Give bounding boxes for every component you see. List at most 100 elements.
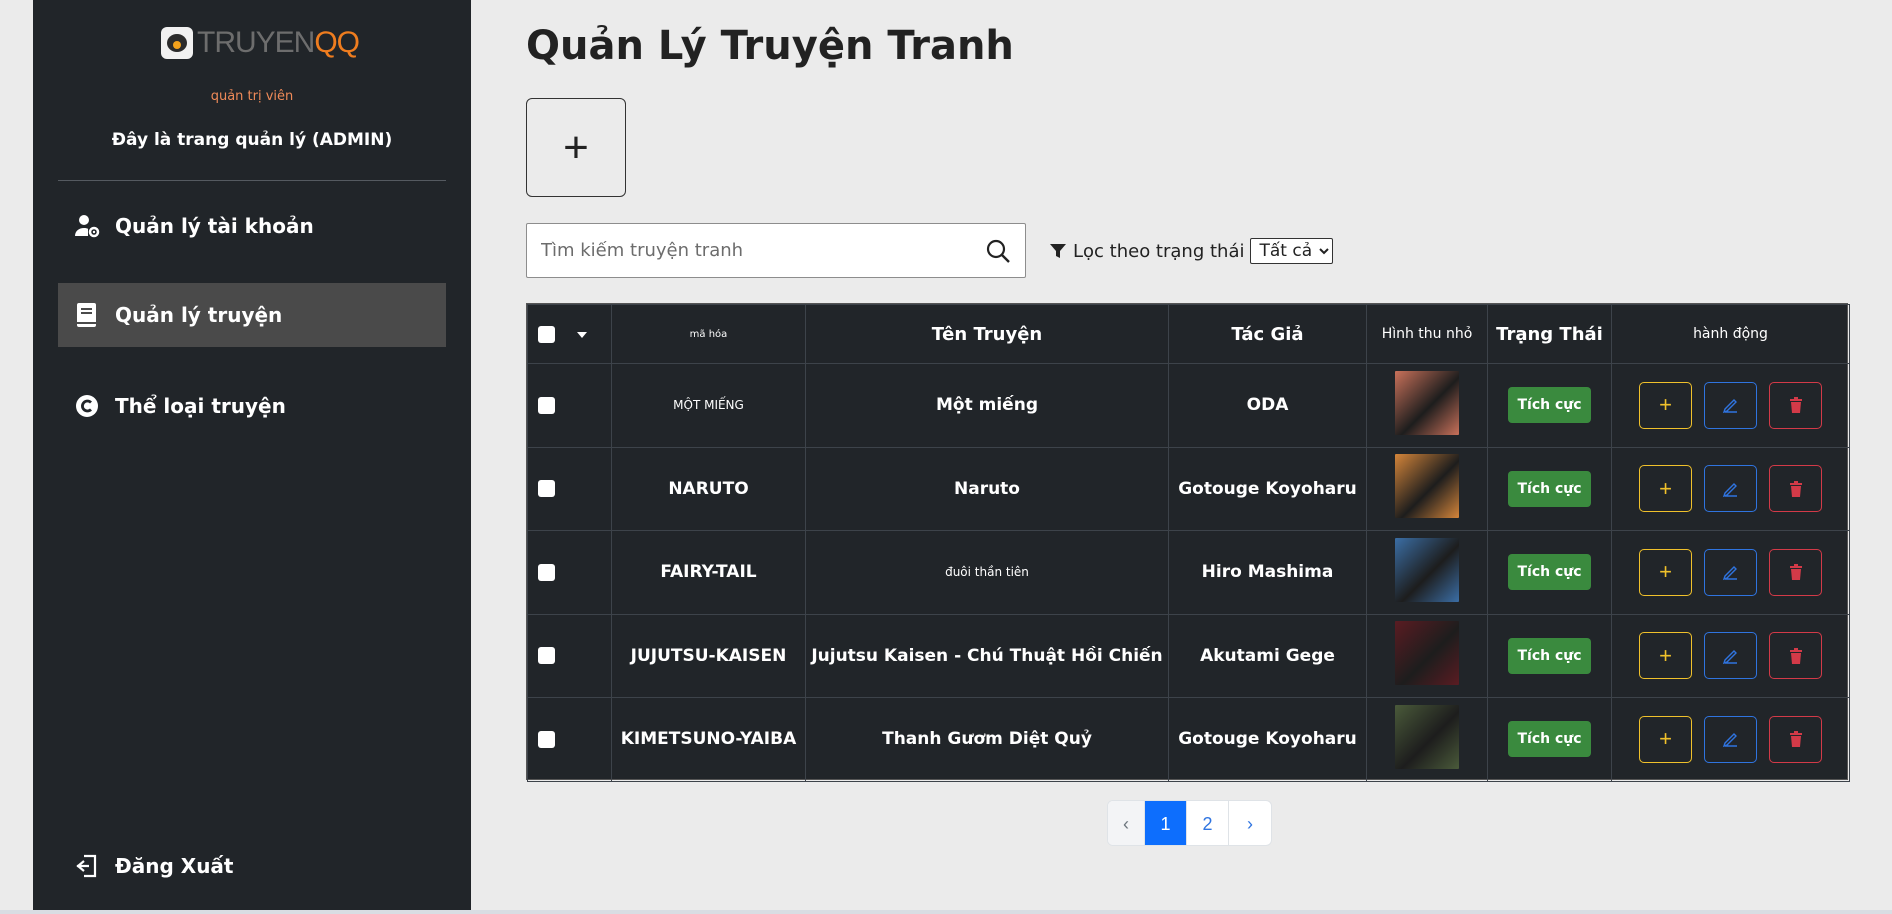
table-header-row: mã hóa Tên Truyện Tác Giả Hình thu nhỏ T…	[527, 304, 1850, 364]
logo-text-part1: TRUYEN	[197, 26, 315, 59]
pagination: ‹ 1 2 ›	[1107, 800, 1272, 846]
next-page-button[interactable]: ›	[1229, 801, 1271, 845]
logo-mascot-icon	[161, 27, 193, 59]
comic-code: KIMETSUNO-YAIBA	[611, 697, 806, 782]
add-chapter-button[interactable]: +	[1639, 632, 1692, 680]
comic-thumbnail	[1395, 537, 1459, 602]
edit-button[interactable]	[1704, 715, 1757, 763]
sidebar: TRUYENQQ quản trị viên Đây là trang quản…	[33, 0, 471, 910]
delete-button[interactable]	[1769, 381, 1822, 429]
comic-author: Hiro Mashima	[1168, 530, 1367, 615]
logout-icon	[73, 852, 101, 880]
page-1-button[interactable]: 1	[1145, 801, 1187, 845]
sidebar-item-comics[interactable]: Quản lý truyện	[58, 283, 446, 347]
add-chapter-button[interactable]: +	[1639, 548, 1692, 596]
search-icon[interactable]	[985, 238, 1011, 264]
edit-button[interactable]	[1704, 465, 1757, 513]
trash-icon	[1789, 647, 1802, 664]
search-input[interactable]	[527, 224, 967, 277]
table-row: NARUTO Naruto Gotouge Koyoharu Tích cực …	[527, 446, 1850, 531]
row-checkbox[interactable]	[538, 396, 555, 414]
logout-button[interactable]: Đăng Xuất	[58, 834, 446, 898]
delete-button[interactable]	[1769, 632, 1822, 680]
select-all-checkbox[interactable]	[538, 326, 555, 343]
comic-code: JUJUTSU-KAISEN	[611, 613, 806, 698]
row-actions: +	[1612, 715, 1849, 763]
admin-description: Đây là trang quản lý (ADMIN)	[111, 130, 393, 150]
logo: TRUYENQQ	[161, 26, 360, 60]
column-header-code[interactable]: mã hóa	[611, 304, 806, 364]
delete-button[interactable]	[1769, 465, 1822, 513]
edit-button[interactable]	[1704, 381, 1757, 429]
edit-button[interactable]	[1704, 548, 1757, 596]
table-row: MỘT MIẾNG Một miếng ODA Tích cực +	[527, 363, 1850, 448]
column-header-author[interactable]: Tác Giả	[1168, 304, 1367, 364]
comic-thumbnail	[1395, 704, 1459, 769]
status-badge: Tích cực	[1508, 470, 1591, 507]
filter-label: Lọc theo trạng thái	[1073, 240, 1245, 262]
edit-button[interactable]	[1704, 632, 1757, 680]
comics-table: mã hóa Tên Truyện Tác Giả Hình thu nhỏ T…	[526, 303, 1850, 782]
comic-thumbnail	[1395, 621, 1459, 686]
sidebar-item-categories[interactable]: Thể loại truyện	[58, 374, 446, 438]
comic-name: Jujutsu Kaisen - Chú Thuật Hồi Chiến	[805, 613, 1169, 698]
status-badge: Tích cực	[1508, 554, 1591, 591]
add-chapter-button[interactable]: +	[1639, 381, 1692, 429]
delete-button[interactable]	[1769, 548, 1822, 596]
table-row: FAIRY-TAIL đuôi thần tiên Hiro Mashima T…	[527, 530, 1850, 615]
add-chapter-button[interactable]: +	[1639, 715, 1692, 763]
sidebar-item-label: Thể loại truyện	[115, 394, 286, 418]
logout-label: Đăng Xuất	[115, 854, 234, 878]
sidebar-item-label: Quản lý truyện	[115, 303, 283, 327]
chevron-down-icon[interactable]	[577, 331, 587, 338]
delete-button[interactable]	[1769, 715, 1822, 763]
column-header-status[interactable]: Trạng Thái	[1487, 304, 1612, 364]
pencil-icon	[1722, 566, 1737, 581]
add-comic-button[interactable]: +	[526, 98, 626, 197]
column-header-actions: hành động	[1611, 304, 1850, 364]
select-all-cell	[527, 304, 612, 364]
role-label: quản trị viên	[210, 89, 294, 104]
status-filter: Lọc theo trạng thái Tất cả	[1049, 238, 1334, 264]
status-badge: Tích cực	[1508, 637, 1591, 674]
user-gear-icon	[73, 212, 101, 240]
trash-icon	[1789, 480, 1802, 497]
trash-icon	[1789, 731, 1802, 748]
search-box	[526, 223, 1026, 278]
comic-author: Akutami Gege	[1168, 613, 1367, 698]
row-checkbox[interactable]	[538, 647, 555, 665]
sidebar-divider	[58, 180, 446, 181]
pencil-icon	[1722, 482, 1737, 497]
row-actions: +	[1612, 381, 1849, 429]
row-checkbox[interactable]	[538, 730, 555, 748]
row-checkbox[interactable]	[538, 480, 555, 498]
table-row: KIMETSUNO-YAIBA Thanh Gươm Diệt Quỷ Goto…	[527, 697, 1850, 782]
comic-code: MỘT MIẾNG	[611, 363, 806, 448]
trash-icon	[1789, 397, 1802, 414]
filter-select[interactable]: Tất cả	[1250, 238, 1334, 264]
row-checkbox[interactable]	[538, 563, 555, 581]
comic-code: FAIRY-TAIL	[611, 530, 806, 615]
comic-name: Naruto	[805, 446, 1169, 531]
comic-author: Gotouge Koyoharu	[1168, 697, 1367, 782]
comic-name: đuôi thần tiên	[805, 530, 1169, 615]
comic-thumbnail	[1395, 370, 1459, 435]
row-actions: +	[1612, 465, 1849, 513]
book-icon	[73, 301, 101, 329]
trash-icon	[1789, 564, 1802, 581]
column-header-name[interactable]: Tên Truyện	[805, 304, 1169, 364]
comic-thumbnail	[1395, 454, 1459, 519]
add-chapter-button[interactable]: +	[1639, 465, 1692, 513]
bottom-border	[0, 910, 1892, 914]
sidebar-item-accounts[interactable]: Quản lý tài khoản	[58, 194, 446, 258]
page-2-button[interactable]: 2	[1187, 801, 1229, 845]
logo-text: TRUYENQQ	[197, 26, 360, 60]
logo-text-part2: QQ	[314, 26, 360, 59]
filter-icon	[1050, 244, 1066, 258]
prev-page-button[interactable]: ‹	[1108, 801, 1145, 845]
pencil-icon	[1722, 399, 1737, 414]
pencil-icon	[1722, 733, 1737, 748]
status-badge: Tích cực	[1508, 721, 1591, 758]
comic-code: NARUTO	[611, 446, 806, 531]
pencil-icon	[1722, 649, 1737, 664]
